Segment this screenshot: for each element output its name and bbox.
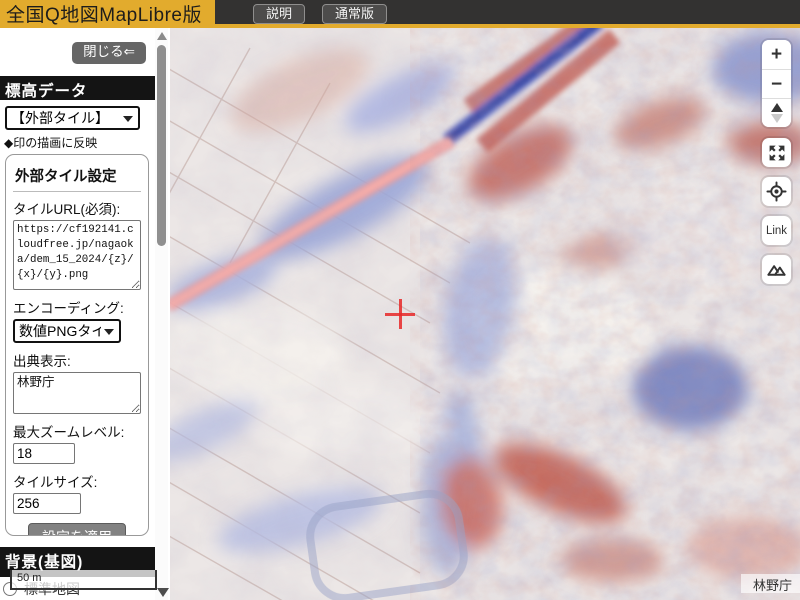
tile-size-input[interactable] <box>13 493 81 514</box>
sidebar-scrollbar[interactable] <box>155 28 168 600</box>
normal-version-button[interactable]: 通常版 <box>322 4 387 24</box>
geolocate-button[interactable] <box>762 177 791 206</box>
sidebar-close-button[interactable]: 閉じる⇐ <box>72 42 146 64</box>
terrain-button[interactable] <box>762 255 791 284</box>
minus-icon: − <box>771 75 782 94</box>
help-button[interactable]: 説明 <box>253 4 305 24</box>
compass-pitch-button[interactable] <box>762 98 791 127</box>
source-display-textarea[interactable]: 林野庁 <box>13 372 141 414</box>
scroll-up-arrow-icon[interactable] <box>157 32 167 40</box>
map-controls: + − Link <box>762 40 791 294</box>
link-button[interactable]: Link <box>762 216 791 245</box>
fullscreen-button[interactable] <box>762 138 791 167</box>
scroll-down-arrow-icon[interactable] <box>157 588 169 597</box>
pitch-toggle-icon <box>771 103 783 123</box>
elevation-note: ◆印の描画に反映 <box>4 134 97 151</box>
geolocate-icon <box>766 181 787 202</box>
max-zoom-input[interactable] <box>13 443 75 464</box>
tile-url-textarea[interactable]: https://cf192141.cloudfree.jp/nagaoka/de… <box>13 220 141 290</box>
encoding-select[interactable]: 数値PNGタイル <box>15 321 119 341</box>
navigation-control: + − <box>762 40 791 127</box>
apply-settings-button[interactable]: 設定を適用 <box>28 523 126 536</box>
max-zoom-label: 最大ズームレベル: <box>13 421 141 441</box>
fullscreen-icon <box>767 143 787 163</box>
app-header: 全国Q地図MapLibre版 説明 通常版 <box>0 0 800 28</box>
source-display-label: 出典表示: <box>13 350 141 370</box>
encoding-select-box: 数値PNGタイル <box>13 319 121 343</box>
app-title: 全国Q地図MapLibre版 <box>6 0 202 27</box>
map-attribution: 林野庁 <box>741 574 800 593</box>
plus-icon: + <box>771 45 782 64</box>
terrain-icon <box>766 259 787 280</box>
external-tile-settings-panel: 外部タイル設定 タイルURL(必須): https://cf192141.clo… <box>5 154 149 536</box>
elevation-source-select-box: 【外部タイル】 <box>5 106 140 130</box>
map-center-crosshair-icon <box>385 299 415 329</box>
zoom-out-button[interactable]: − <box>762 69 791 98</box>
divider <box>13 191 141 192</box>
tile-url-label: タイルURL(必須): <box>13 198 141 218</box>
tile-size-label: タイルサイズ: <box>13 471 141 491</box>
scrollbar-thumb[interactable] <box>157 45 166 246</box>
map-scale-control: 50 m <box>10 570 157 590</box>
zoom-in-button[interactable]: + <box>762 40 791 69</box>
encoding-label: エンコーディング: <box>13 297 141 317</box>
elevation-section-heading: 標高データ <box>0 76 155 100</box>
tile-settings-heading: 外部タイル設定 <box>15 165 141 186</box>
elevation-source-select[interactable]: 【外部タイル】 <box>7 108 138 128</box>
link-button-label: Link <box>766 225 787 237</box>
title-tab: 全国Q地図MapLibre版 <box>0 0 215 28</box>
settings-sidebar: 閉じる⇐ 標高データ 【外部タイル】 ◆印の描画に反映 外部タイル設定 タイルU… <box>0 28 170 600</box>
